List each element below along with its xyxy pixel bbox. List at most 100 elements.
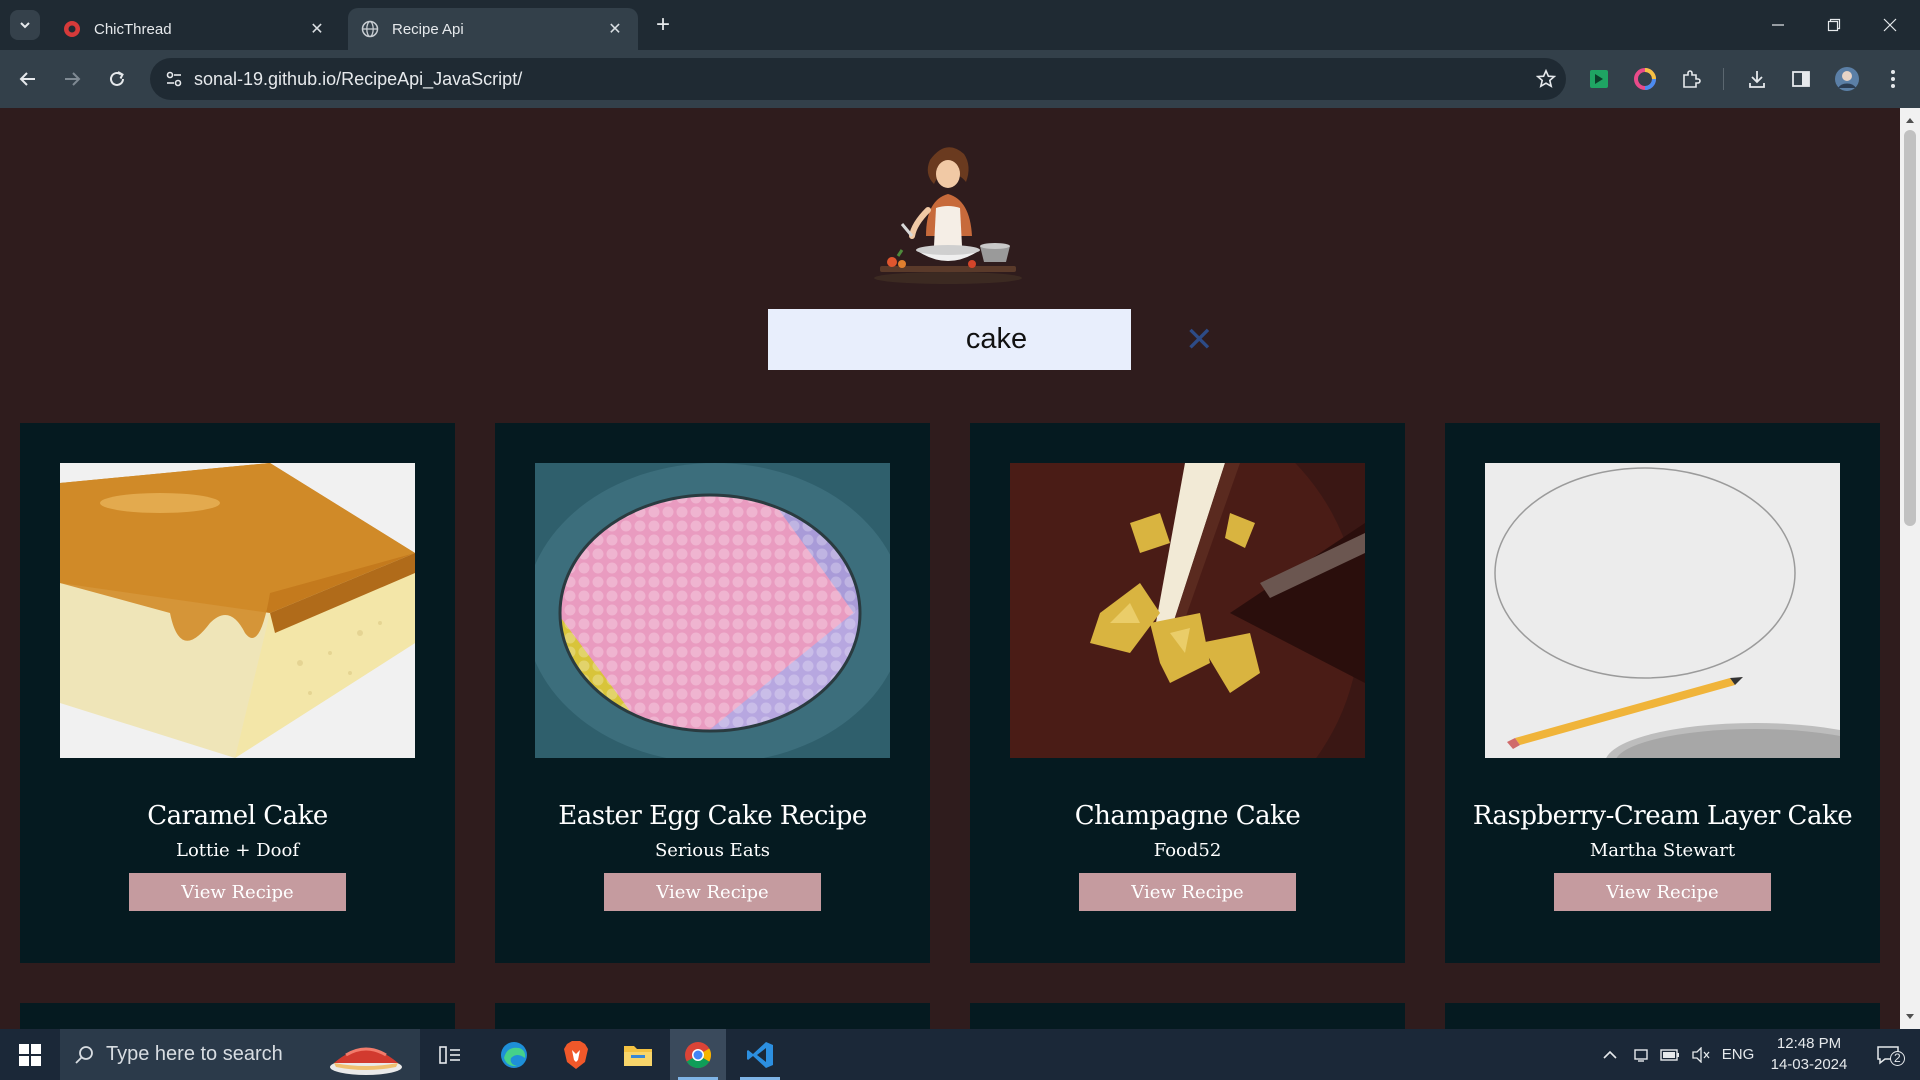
recipe-card: [495, 1003, 930, 1029]
recipe-search-box: ✕: [768, 309, 1214, 370]
extension-green-icon[interactable]: [1583, 63, 1615, 95]
meet-now-icon[interactable]: [1628, 1029, 1654, 1080]
restore-icon: [1827, 18, 1841, 32]
tab-title: ChicThread: [94, 20, 172, 38]
start-button[interactable]: [0, 1029, 60, 1080]
url-text: sonal-19.github.io/RecipeApi_JavaScript/: [194, 68, 523, 89]
recipe-card: Caramel Cake Lottie + Doof View Recipe: [20, 423, 455, 963]
close-window-button[interactable]: [1862, 0, 1918, 50]
champagne-cake-image: [1010, 463, 1365, 758]
chevron-up-icon: [1603, 1050, 1617, 1059]
taskbar-search-placeholder: Type here to search: [106, 1043, 283, 1065]
scrollbar-thumb[interactable]: [1904, 130, 1916, 526]
windows-taskbar: Type here to search ENG 12:48 PM 14-03-2…: [0, 1029, 1920, 1080]
browser-toolbar: sonal-19.github.io/RecipeApi_JavaScript/: [0, 50, 1920, 108]
reload-button[interactable]: [101, 63, 133, 95]
arrow-left-icon: [19, 72, 35, 86]
bookmark-star-icon[interactable]: [1526, 69, 1566, 89]
tab-recipe-api[interactable]: Recipe Api ✕: [348, 8, 638, 50]
view-recipe-button[interactable]: View Recipe: [129, 873, 346, 911]
edge-icon: [501, 1041, 527, 1068]
side-panel-icon[interactable]: [1785, 63, 1817, 95]
recipe-page: ✕ Caramel Cake Lottie + Doof View Recipe: [0, 108, 1900, 1029]
recipe-title: Champagne Cake: [1074, 801, 1301, 831]
close-tab-icon[interactable]: ✕: [306, 18, 328, 40]
site-info-icon[interactable]: [154, 70, 194, 88]
show-hidden-icons-button[interactable]: [1598, 1029, 1622, 1080]
page-scrollbar[interactable]: [1900, 108, 1920, 1029]
view-recipe-button[interactable]: View Recipe: [604, 873, 821, 911]
task-view-icon: [439, 1045, 460, 1064]
folder-icon: [624, 1045, 652, 1066]
volume-muted-icon[interactable]: [1688, 1029, 1714, 1080]
tab-title: Recipe Api: [392, 20, 464, 38]
arrow-right-icon: [65, 72, 81, 86]
close-tab-icon[interactable]: ✕: [604, 18, 626, 40]
color-picker-extension-icon[interactable]: [1629, 63, 1661, 95]
vscode-icon: [747, 1041, 773, 1068]
recipe-card: Champagne Cake Food52 View Recipe: [970, 423, 1405, 963]
reload-icon: [110, 71, 124, 86]
scroll-down-arrow-icon[interactable]: [1904, 1011, 1916, 1023]
address-bar[interactable]: sonal-19.github.io/RecipeApi_JavaScript/: [150, 58, 1566, 100]
toolbar-divider: [1723, 68, 1724, 90]
tab-chicthread[interactable]: ChicThread ✕: [50, 8, 340, 50]
recipe-source: Food52: [1153, 840, 1222, 861]
globe-icon: [360, 19, 380, 39]
browser-tab-bar: ChicThread ✕ Recipe Api ✕ +: [0, 0, 1920, 50]
windows-logo-icon: [19, 1043, 41, 1066]
chef-logo-image: [868, 138, 1028, 288]
view-recipe-button[interactable]: View Recipe: [1079, 873, 1296, 911]
recipe-title: Raspberry-Cream Layer Cake: [1472, 801, 1853, 831]
recipe-search-input[interactable]: [768, 309, 1185, 370]
new-tab-button[interactable]: +: [650, 11, 676, 38]
extensions-puzzle-icon[interactable]: [1675, 63, 1707, 95]
recipe-card: [20, 1003, 455, 1029]
browser-menu-icon[interactable]: [1877, 63, 1909, 95]
scroll-up-arrow-icon[interactable]: [1904, 114, 1916, 126]
clock-date: 14-03-2024: [1770, 1056, 1848, 1073]
battery-icon[interactable]: [1656, 1029, 1684, 1080]
profile-avatar[interactable]: [1831, 63, 1863, 95]
caramel-cake-image: [60, 463, 415, 758]
notification-count-badge: 2: [1890, 1051, 1905, 1066]
chrome-icon: [685, 1041, 712, 1068]
minimize-icon: [1772, 24, 1784, 26]
recipe-card: Raspberry-Cream Layer Cake Martha Stewar…: [1445, 423, 1880, 963]
recipe-title: Caramel Cake: [147, 801, 328, 831]
view-recipe-button[interactable]: View Recipe: [1554, 873, 1771, 911]
clock-time: 12:48 PM: [1776, 1035, 1842, 1052]
task-view-button[interactable]: [422, 1029, 478, 1080]
recipe-card: [970, 1003, 1405, 1029]
recipe-source: Lottie + Doof: [176, 840, 299, 861]
recipe-card: [1445, 1003, 1880, 1029]
system-clock[interactable]: 12:48 PM 14-03-2024: [1760, 1033, 1858, 1075]
chrome-app-button[interactable]: [670, 1029, 726, 1080]
clear-search-icon[interactable]: ✕: [1185, 320, 1214, 360]
raspberry-cream-cake-image: [1485, 463, 1840, 758]
chicthread-favicon-icon: [62, 19, 82, 39]
recipe-source: Serious Eats: [654, 840, 771, 861]
vscode-app-button[interactable]: [732, 1029, 788, 1080]
file-explorer-button[interactable]: [610, 1029, 666, 1080]
restore-window-button[interactable]: [1806, 0, 1862, 50]
brave-lion-icon: [564, 1040, 588, 1069]
brave-app-button[interactable]: [548, 1029, 604, 1080]
edge-app-button[interactable]: [486, 1029, 542, 1080]
back-button[interactable]: [12, 63, 44, 95]
forward-button[interactable]: [56, 63, 88, 95]
taskbar-search-box[interactable]: Type here to search: [60, 1029, 420, 1080]
recipe-card: Easter Egg Cake Recipe Serious Eats View…: [495, 423, 930, 963]
notification-center-button[interactable]: 2: [1868, 1029, 1908, 1080]
chevron-down-icon: [20, 22, 30, 29]
pie-search-highlight-icon: [326, 1033, 406, 1080]
search-icon: [74, 1045, 94, 1065]
easter-egg-cake-image: [535, 463, 890, 758]
recipe-title: Easter Egg Cake Recipe: [558, 801, 867, 831]
recipe-source: Martha Stewart: [1589, 840, 1736, 861]
input-language-indicator[interactable]: ENG: [1718, 1029, 1758, 1080]
tab-search-button[interactable]: [10, 10, 40, 40]
close-icon: [1883, 18, 1897, 32]
minimize-window-button[interactable]: [1750, 0, 1806, 50]
download-icon[interactable]: [1741, 63, 1773, 95]
